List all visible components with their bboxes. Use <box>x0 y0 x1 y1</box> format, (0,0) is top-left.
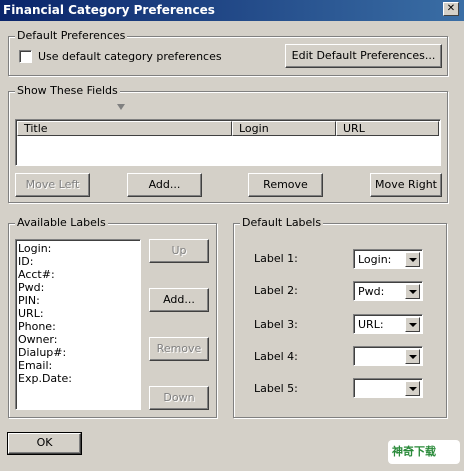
chevron-down-icon[interactable] <box>405 317 420 332</box>
close-button[interactable]: ✕ <box>443 2 459 16</box>
use-default-checkbox[interactable] <box>19 50 32 63</box>
label-1-select[interactable]: Login: <box>353 249 423 269</box>
list-item[interactable]: Owner: <box>16 333 140 346</box>
list-item[interactable]: Pwd: <box>16 281 140 294</box>
list-item[interactable]: Exp.Date: <box>16 372 140 385</box>
available-labels-group: Available Labels Login: ID: Acct#: Pwd: … <box>8 216 217 418</box>
list-item[interactable]: Acct#: <box>16 268 140 281</box>
label-1-value: Login: <box>358 253 392 266</box>
edit-default-preferences-button[interactable]: Edit Default Preferences... <box>285 44 442 68</box>
label-3-value: URL: <box>358 318 384 331</box>
move-left-button[interactable]: Move Left <box>15 173 90 197</box>
list-item[interactable]: Phone: <box>16 320 140 333</box>
add-label-button[interactable]: Add... <box>149 288 209 312</box>
chevron-down-icon[interactable] <box>405 252 420 267</box>
column-header-title[interactable]: Title <box>17 121 232 136</box>
group-label: Default Labels <box>240 216 324 229</box>
label-3-select[interactable]: URL: <box>353 314 423 334</box>
remove-label-button[interactable]: Remove <box>149 337 209 361</box>
use-default-label[interactable]: Use default category preferences <box>38 50 222 63</box>
label-2-value: Pwd: <box>358 285 385 298</box>
group-label: Available Labels <box>15 216 108 229</box>
move-right-button[interactable]: Move Right <box>370 173 442 197</box>
watermark-logo: 神奇下载 <box>388 440 460 464</box>
label-2-select[interactable]: Pwd: <box>353 281 423 301</box>
add-field-button[interactable]: Add... <box>127 173 202 197</box>
list-item[interactable]: Dialup#: <box>16 346 140 359</box>
label-5-caption: Label 5: <box>254 382 298 395</box>
default-labels-group: Default Labels Label 1: Login: Label 2: … <box>233 216 447 418</box>
chevron-down-icon[interactable] <box>405 284 420 299</box>
label-3-caption: Label 3: <box>254 318 298 331</box>
mouse-cursor-icon <box>117 104 125 110</box>
list-item[interactable]: Email: <box>16 359 140 372</box>
label-2-caption: Label 2: <box>254 284 298 297</box>
remove-field-button[interactable]: Remove <box>248 173 323 197</box>
ok-button[interactable]: OK <box>7 432 82 455</box>
column-header-url[interactable]: URL <box>336 121 439 136</box>
available-labels-listbox[interactable]: Login: ID: Acct#: Pwd: PIN: URL: Phone: … <box>15 239 141 410</box>
down-button[interactable]: Down <box>149 386 209 410</box>
window-title: Financial Category Preferences <box>3 3 215 17</box>
group-label: Show These Fields <box>15 84 120 97</box>
label-4-select[interactable] <box>353 346 423 366</box>
chevron-down-icon[interactable] <box>405 381 420 396</box>
list-item[interactable]: URL: <box>16 307 140 320</box>
list-item[interactable]: Login: <box>16 242 140 255</box>
default-preferences-group: Default Preferences Use default category… <box>8 29 448 76</box>
label-4-caption: Label 4: <box>254 350 298 363</box>
chevron-down-icon[interactable] <box>405 349 420 364</box>
list-item[interactable]: ID: <box>16 255 140 268</box>
up-button[interactable]: Up <box>149 239 209 263</box>
fields-list-view[interactable]: Title Login URL <box>15 119 441 166</box>
list-item[interactable]: PIN: <box>16 294 140 307</box>
group-label: Default Preferences <box>15 29 128 42</box>
title-bar: Financial Category Preferences ✕ <box>0 0 464 21</box>
column-header-login[interactable]: Login <box>232 121 336 136</box>
label-5-select[interactable] <box>353 378 423 398</box>
watermark-text: 神奇下载 <box>392 445 436 458</box>
label-1-caption: Label 1: <box>254 252 298 265</box>
show-fields-group: Show These Fields Title Login URL Move L… <box>8 84 448 203</box>
close-icon: ✕ <box>446 3 456 14</box>
